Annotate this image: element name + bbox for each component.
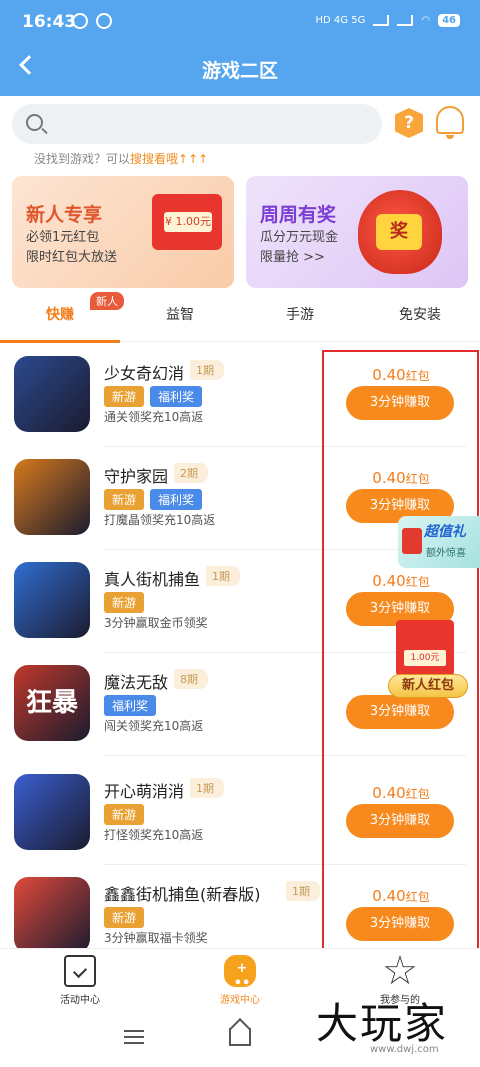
new-user-envelope-label[interactable]: 新人红包 (388, 674, 468, 698)
game-icon: 狂暴 (14, 665, 90, 741)
game-icon-text: 狂暴 (25, 688, 78, 718)
game-name: 真人街机捕鱼 (104, 570, 201, 589)
period-badge: 1期 (190, 360, 224, 380)
banner-line2: 限量抢 >> (260, 250, 325, 265)
app-notification-icon (96, 13, 112, 29)
up-arrows-icon: ↑↑↑ (178, 152, 209, 166)
menu-icon[interactable] (124, 1030, 144, 1044)
game-desc: 3分钟赢取金币领奖 (104, 616, 208, 630)
nav-label: 游戏中心 (220, 995, 260, 1006)
bag-label: 奖 (376, 214, 422, 250)
tab-shouyou[interactable]: 手游 (240, 304, 360, 324)
super-value-gift-float[interactable]: 超值礼 额外惊喜 (398, 516, 480, 568)
tag-list: 新游 (104, 907, 145, 928)
home-icon[interactable] (229, 1028, 251, 1046)
game-icon (14, 356, 90, 432)
category-tabs: 快赚 益智 手游 免安装 (0, 296, 480, 342)
signal-icon (373, 15, 390, 26)
search-input[interactable] (12, 104, 382, 144)
period-badge: 1期 (286, 881, 320, 901)
search-link[interactable]: 搜搜看哦 (130, 152, 178, 166)
tag-list: 新游 (104, 592, 145, 613)
money-bag-icon: 奖 (358, 190, 442, 274)
game-tag: 新游 (104, 804, 145, 825)
game-name: 少女奇幻消 (104, 364, 185, 383)
game-tag: 新游 (104, 907, 145, 928)
period-badge: 1期 (190, 778, 224, 798)
bell-icon[interactable] (436, 106, 464, 139)
hint-text: 没找到游戏？可以 (34, 152, 131, 166)
active-tab-indicator (0, 340, 120, 343)
game-tag: 新游 (104, 592, 145, 613)
game-icon (14, 459, 90, 535)
banner-title: 周周有奖 (260, 204, 337, 226)
status-indicators: HD 4G 5G ◠ 46 (316, 14, 460, 27)
weekly-prize-banner[interactable]: 周周有奖 瓜分万元现金 限量抢 >> 奖 (246, 176, 468, 288)
game-desc: 打怪领奖充10高返 (104, 828, 204, 842)
game-name: 开心萌消消 (104, 782, 185, 801)
gift-title: 超值礼 (424, 524, 466, 540)
game-tag: 福利奖 (150, 489, 203, 510)
notification-icon (72, 13, 88, 29)
game-icon (14, 774, 90, 850)
new-user-envelope-float[interactable]: 1.00元 (396, 620, 454, 676)
gift-sub: 额外惊喜 (426, 548, 466, 559)
watermark-logo: 大玩家 (316, 999, 449, 1048)
tab-mianan[interactable]: 免安装 (360, 304, 480, 324)
red-envelope-icon: ¥ 1.00元 (152, 194, 222, 250)
gamepad-icon (224, 955, 256, 991)
star-icon (384, 955, 416, 985)
status-bar: 16:43 HD 4G 5G ◠ 46 (0, 0, 480, 44)
game-desc: 3分钟赢取福卡领奖 (104, 931, 208, 945)
envelope-coin: ¥ 1.00元 (164, 212, 212, 232)
watermark-url: www.dwj.com (370, 1044, 439, 1055)
game-desc: 打魔晶领奖充10高返 (104, 513, 216, 527)
banner-title: 新人专享 (26, 204, 103, 226)
game-tag: 新游 (104, 489, 145, 510)
tag-list: 新游 (104, 804, 145, 825)
period-badge: 2期 (174, 463, 208, 483)
game-desc: 通关领奖充10高返 (104, 410, 204, 424)
nav-label: 活动中心 (60, 995, 100, 1006)
tag-list: 福利奖 (104, 695, 157, 716)
wifi-icon: ◠ (421, 15, 431, 26)
newbie-banner[interactable]: 新人专享 必领1元红包 限时红包大放送 ¥ 1.00元 (12, 176, 234, 288)
calendar-icon (64, 955, 96, 987)
network-text: HD 4G 5G (315, 15, 366, 26)
period-badge: 8期 (174, 669, 208, 689)
game-name: 守护家园 (104, 467, 169, 486)
game-icon (14, 562, 90, 638)
game-name: 鑫鑫街机捕鱼(新春版) (104, 885, 261, 904)
banner-line1: 瓜分万元现金 (260, 230, 339, 245)
game-tag: 新游 (104, 386, 145, 407)
game-tag: 福利奖 (150, 386, 203, 407)
tab-yizhi[interactable]: 益智 (120, 304, 240, 324)
banner-line2: 限时红包大放送 (26, 250, 118, 265)
page-title: 游戏二区 (201, 60, 278, 82)
search-icon (26, 114, 43, 131)
game-desc: 闯关领奖充10高返 (104, 719, 204, 733)
status-time: 16:43 (22, 12, 77, 32)
tag-list: 新游 福利奖 (104, 489, 203, 510)
float-coin: 1.00元 (404, 650, 446, 666)
game-tag: 福利奖 (104, 695, 157, 716)
game-name: 魔法无敌 (104, 673, 169, 692)
gift-envelope-icon (402, 528, 422, 554)
new-user-badge: 新人 (90, 292, 124, 310)
tag-list: 新游 福利奖 (104, 386, 203, 407)
signal-icon-2 (397, 15, 414, 26)
search-hint: 没找到游戏？可以搜搜看哦↑↑↑ (34, 150, 208, 167)
game-icon (14, 877, 90, 953)
battery-icon: 46 (438, 14, 460, 27)
banner-line1: 必领1元红包 (26, 230, 100, 245)
period-badge: 1期 (206, 566, 240, 586)
